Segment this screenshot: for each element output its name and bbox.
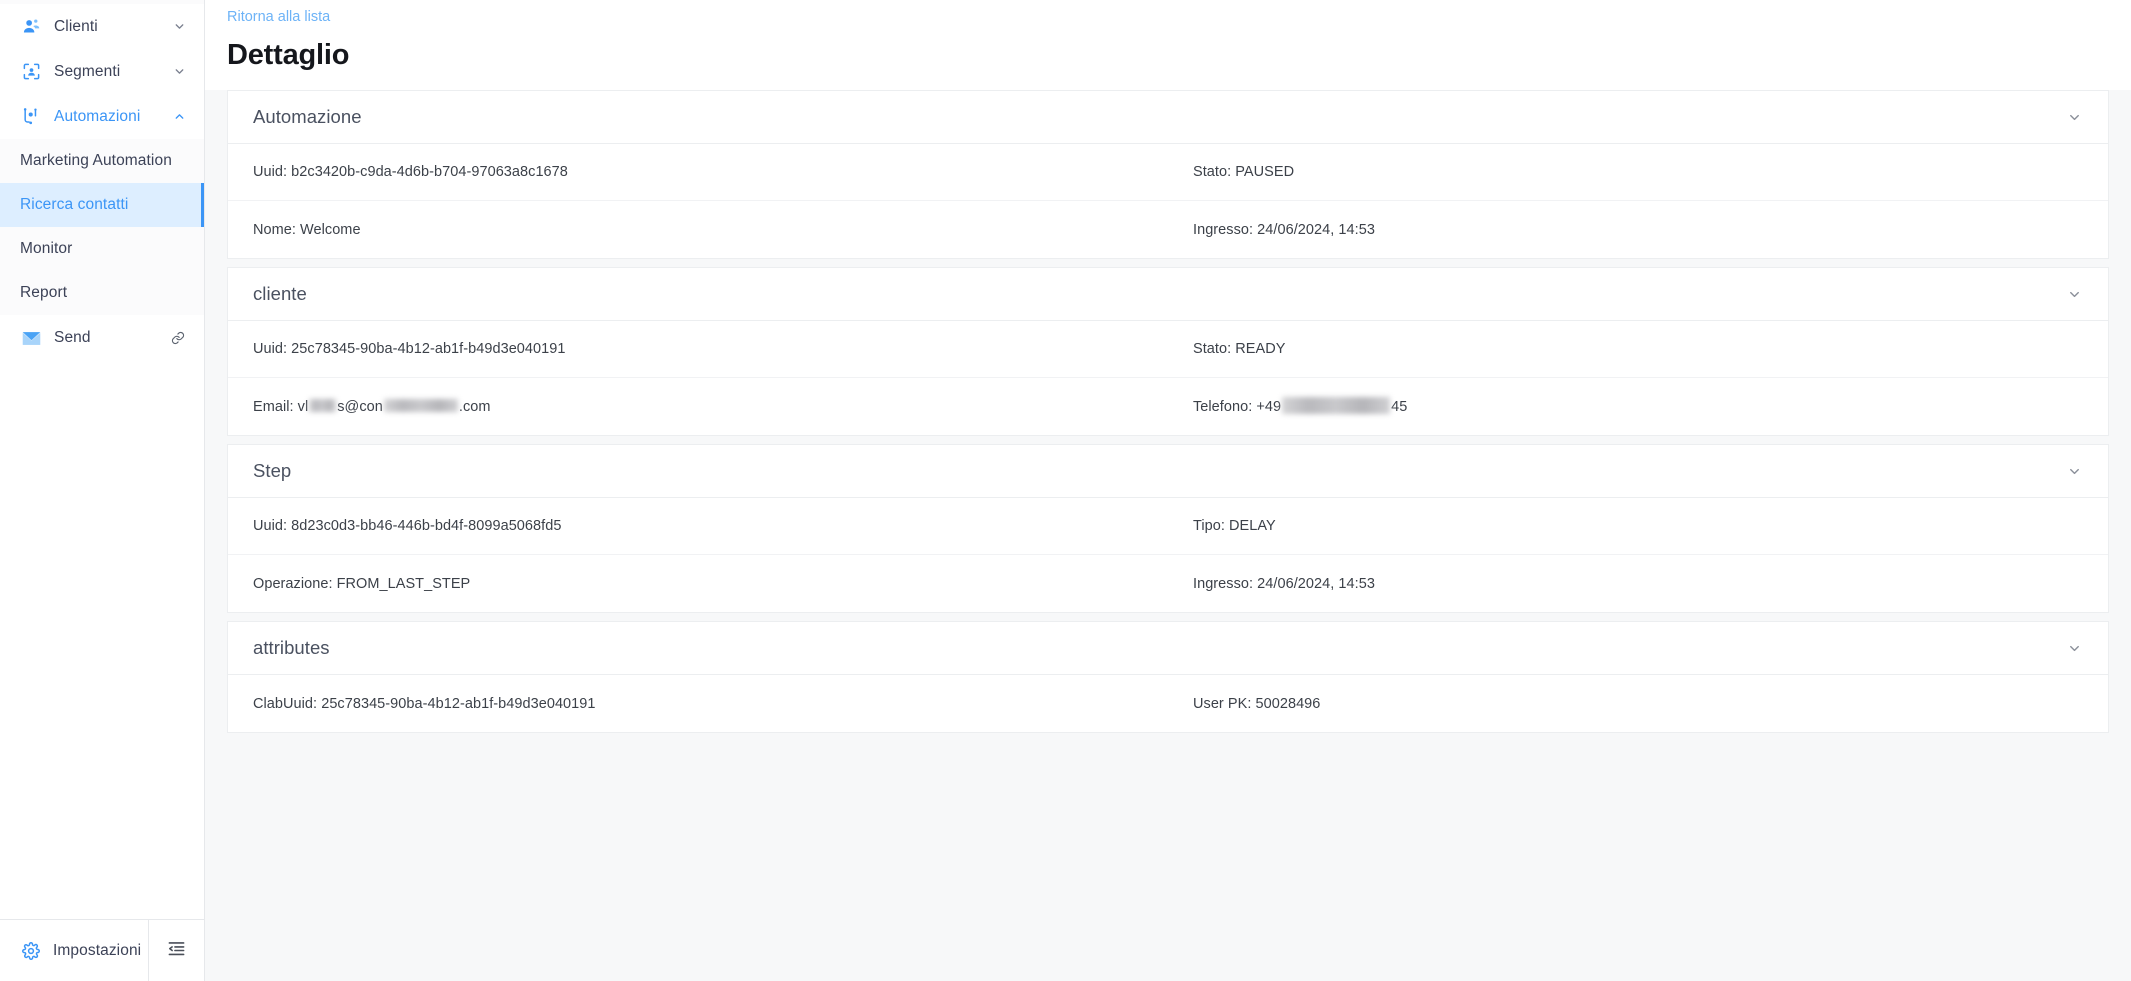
card-automazione: Automazione Uuid: b2c3420b-c9da-4d6b-b70… bbox=[227, 90, 2109, 259]
card-attributes: attributes ClabUuid: 25c78345-90ba-4b12-… bbox=[227, 621, 2109, 733]
redaction-block bbox=[1282, 397, 1391, 414]
collapse-sidebar-button[interactable] bbox=[148, 920, 204, 981]
detail-field-ingresso: Ingresso: 24/06/2024, 14:53 bbox=[1193, 575, 1375, 592]
phone-suffix: 45 bbox=[1391, 398, 1408, 415]
phone-prefix: Telefono: +49 bbox=[1193, 398, 1282, 415]
chevron-down-icon[interactable] bbox=[172, 65, 186, 79]
settings-button[interactable]: Impostazioni bbox=[0, 920, 148, 981]
detail-field-tipo: Tipo: DELAY bbox=[1193, 518, 1276, 534]
sidebar-nav: Clienti Segmenti Automazioni Marketing A… bbox=[0, 0, 204, 361]
card-title: attributes bbox=[253, 637, 330, 658]
detail-field-stato: Stato: PAUSED bbox=[1193, 164, 1295, 180]
sidebar-group-label: Clienti bbox=[54, 17, 98, 35]
card-title: cliente bbox=[253, 283, 307, 304]
detail-field-email: Email: vl s@con .com bbox=[228, 399, 1168, 415]
redaction-block bbox=[309, 399, 337, 412]
chevron-down-icon[interactable] bbox=[2065, 285, 2083, 303]
email-prefix: Email: vl bbox=[253, 398, 309, 415]
sidebar-item-label: Report bbox=[20, 284, 68, 301]
sidebar-item-label: Marketing Automation bbox=[20, 152, 172, 169]
sidebar-item-ricerca-contatti[interactable]: Ricerca contatti bbox=[0, 183, 204, 227]
card-cliente: cliente Uuid: 25c78345-90ba-4b12-ab1f-b4… bbox=[227, 267, 2109, 436]
users-icon bbox=[20, 16, 42, 38]
chevron-down-icon[interactable] bbox=[172, 20, 186, 34]
chevron-up-icon[interactable] bbox=[172, 110, 186, 124]
card-step: Step Uuid: 8d23c0d3-bb46-446b-bd4f-8099a… bbox=[227, 444, 2109, 613]
card-header[interactable]: Automazione bbox=[228, 91, 2108, 144]
sidebar: Clienti Segmenti Automazioni Marketing A… bbox=[0, 0, 205, 981]
sidebar-item-marketing-automation[interactable]: Marketing Automation bbox=[0, 139, 204, 183]
main-content: Ritorna alla lista Dettaglio Automazione… bbox=[205, 0, 2131, 981]
detail-field-clabuuid: ClabUuid: 25c78345-90ba-4b12-ab1f-b49d3e… bbox=[253, 695, 596, 712]
app-root: Clienti Segmenti Automazioni Marketing A… bbox=[0, 0, 2131, 981]
detail-field-operazione: Operazione: FROM_LAST_STEP bbox=[253, 575, 471, 592]
detail-field-telefono: Telefono: +49 45 bbox=[1168, 397, 2108, 415]
sidebar-item-send[interactable]: Send bbox=[0, 315, 204, 361]
sidebar-item-report[interactable]: Report bbox=[0, 271, 204, 315]
sidebar-spacer bbox=[0, 361, 204, 919]
sidebar-group-automazioni[interactable]: Automazioni bbox=[0, 94, 204, 139]
card-header[interactable]: attributes bbox=[228, 622, 2108, 675]
link-icon[interactable] bbox=[170, 330, 186, 346]
settings-label: Impostazioni bbox=[53, 941, 142, 959]
back-to-list-link[interactable]: Ritorna alla lista bbox=[227, 9, 330, 25]
segment-icon bbox=[20, 61, 42, 83]
detail-field-user-pk: User PK: 50028496 bbox=[1193, 695, 1321, 712]
sidebar-item-monitor[interactable]: Monitor bbox=[0, 227, 204, 271]
detail-cards-container: Automazione Uuid: b2c3420b-c9da-4d6b-b70… bbox=[205, 90, 2131, 981]
card-header[interactable]: cliente bbox=[228, 268, 2108, 321]
detail-field-uuid: Uuid: b2c3420b-c9da-4d6b-b704-97063a8c16… bbox=[253, 164, 568, 180]
detail-field-ingresso: Ingresso: 24/06/2024, 14:53 bbox=[1193, 221, 1375, 238]
sidebar-subnav-automazioni: Marketing Automation Ricerca contatti Mo… bbox=[0, 139, 204, 315]
detail-row: Operazione: FROM_LAST_STEP Ingresso: 24/… bbox=[228, 555, 2108, 612]
gear-icon bbox=[20, 940, 42, 962]
detail-row: Uuid: 8d23c0d3-bb46-446b-bd4f-8099a5068f… bbox=[228, 498, 2108, 555]
card-header[interactable]: Step bbox=[228, 445, 2108, 498]
sidebar-group-segmenti[interactable]: Segmenti bbox=[0, 49, 204, 94]
envelope-icon bbox=[20, 327, 42, 349]
page-header: Ritorna alla lista Dettaglio bbox=[205, 0, 2131, 90]
page-title: Dettaglio bbox=[227, 39, 350, 71]
sidebar-group-label: Segmenti bbox=[54, 62, 121, 80]
collapse-sidebar-icon bbox=[167, 939, 186, 963]
sidebar-group-clienti[interactable]: Clienti bbox=[0, 4, 204, 49]
sidebar-item-label: Monitor bbox=[20, 240, 73, 257]
email-suffix: .com bbox=[458, 398, 491, 415]
detail-row: Uuid: 25c78345-90ba-4b12-ab1f-b49d3e0401… bbox=[228, 321, 2108, 378]
detail-field-uuid: Uuid: 25c78345-90ba-4b12-ab1f-b49d3e0401… bbox=[253, 341, 566, 357]
email-mid: s@con bbox=[337, 398, 383, 415]
detail-row: Email: vl s@con .com Telefono: +49 45 bbox=[228, 378, 2108, 435]
detail-row: Uuid: b2c3420b-c9da-4d6b-b704-97063a8c16… bbox=[228, 144, 2108, 201]
detail-row: ClabUuid: 25c78345-90ba-4b12-ab1f-b49d3e… bbox=[228, 675, 2108, 732]
card-title: Step bbox=[253, 460, 292, 481]
sidebar-item-label: Ricerca contatti bbox=[20, 196, 129, 213]
sidebar-footer: Impostazioni bbox=[0, 919, 204, 981]
chevron-down-icon[interactable] bbox=[2065, 108, 2083, 126]
detail-field-stato: Stato: READY bbox=[1193, 341, 1286, 357]
card-title: Automazione bbox=[253, 106, 362, 127]
sidebar-group-label: Automazioni bbox=[54, 107, 141, 125]
detail-row: Nome: Welcome Ingresso: 24/06/2024, 14:5… bbox=[228, 201, 2108, 258]
chevron-down-icon[interactable] bbox=[2065, 462, 2083, 480]
chevron-down-icon[interactable] bbox=[2065, 639, 2083, 657]
sidebar-item-label: Send bbox=[54, 329, 91, 346]
redaction-block bbox=[383, 399, 458, 412]
detail-field-uuid: Uuid: 8d23c0d3-bb46-446b-bd4f-8099a5068f… bbox=[253, 518, 562, 534]
detail-field-nome: Nome: Welcome bbox=[253, 221, 361, 238]
automation-icon bbox=[20, 106, 42, 128]
